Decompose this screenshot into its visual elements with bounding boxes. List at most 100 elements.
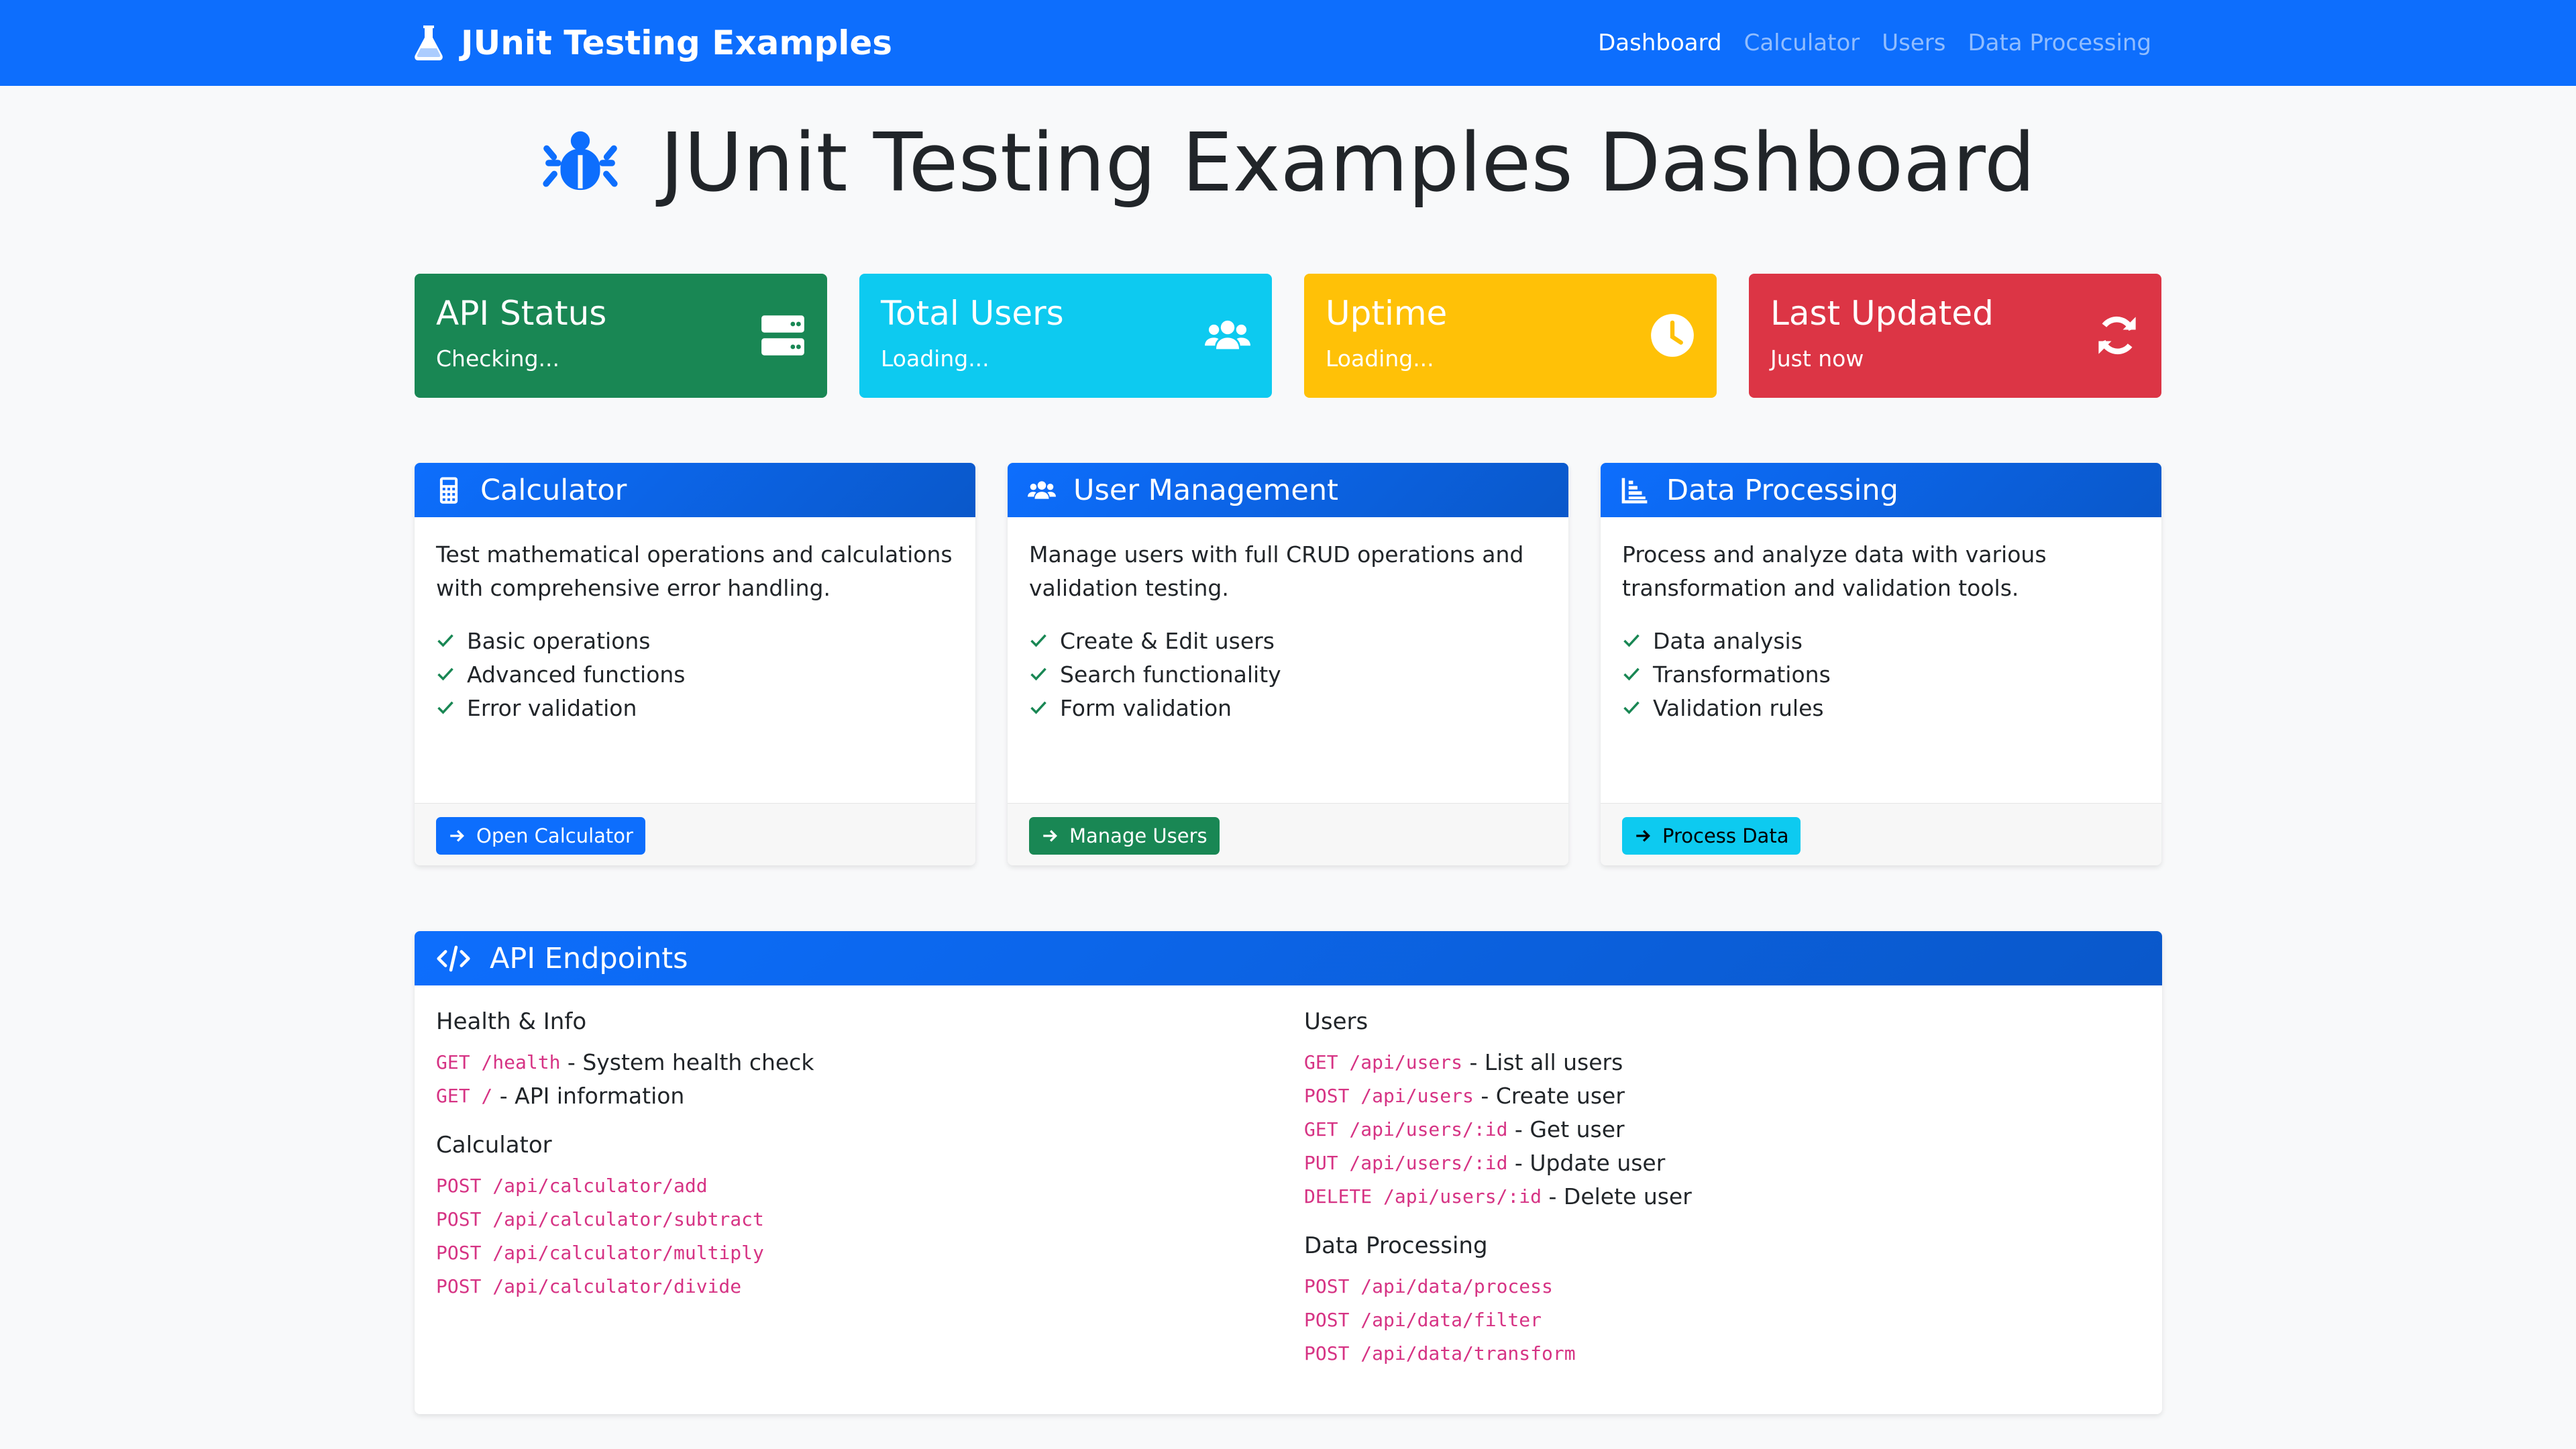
endpoint-desc: - Get user xyxy=(1507,1116,1625,1142)
brand[interactable]: JUnit Testing Examples xyxy=(413,0,892,86)
card-header: API Endpoints xyxy=(415,931,2162,985)
feature-label: Search functionality xyxy=(1060,661,1281,688)
card-description: Test mathematical operations and calcula… xyxy=(436,541,953,601)
feature-item: Transformations xyxy=(1622,657,1831,691)
users-icon xyxy=(1205,320,1250,350)
card-title: API Endpoints xyxy=(490,941,688,975)
card-header: Calculator xyxy=(415,463,975,517)
button-label: Manage Users xyxy=(1069,824,1208,847)
nav-link-dashboard[interactable]: Dashboard xyxy=(1598,30,1721,56)
endpoint-item: DELETE /api/users/:id - Delete user xyxy=(1304,1179,1692,1213)
user-management-card: User Management Manage users with full C… xyxy=(1008,463,1568,865)
code-icon xyxy=(437,945,470,971)
bug-icon xyxy=(543,131,618,191)
page-heading: JUnit Testing Examples Dashboard xyxy=(0,113,2576,213)
card-title: User Management xyxy=(1073,473,1338,507)
calculator-icon xyxy=(439,476,458,504)
endpoint-item: GET /api/users/:id - Get user xyxy=(1304,1112,1692,1146)
feature-label: Advanced functions xyxy=(467,661,686,688)
section-title: Data Processing xyxy=(1304,1232,1488,1259)
endpoint-item: POST /api/data/filter xyxy=(1304,1303,1692,1336)
endpoint-code: PUT /api/users/:id xyxy=(1304,1151,1508,1174)
feature-item: Search functionality xyxy=(1029,657,1281,691)
stat-card-last-updated: Last Updated Just now xyxy=(1749,274,2161,398)
feature-label: Data analysis xyxy=(1653,627,1803,654)
card-footer: Open Calculator xyxy=(415,803,975,865)
endpoint-item: POST /api/data/process xyxy=(1304,1269,1692,1303)
endpoint-item: GET /api/users - List all users xyxy=(1304,1045,1692,1079)
check-icon xyxy=(437,667,453,681)
navbar: JUnit Testing Examples Dashboard Calcula… xyxy=(0,0,2576,86)
feature-item: Advanced functions xyxy=(436,657,686,691)
check-icon xyxy=(1030,667,1046,681)
arrow-right-icon xyxy=(1636,830,1650,842)
nav-link-users[interactable]: Users xyxy=(1882,30,1945,56)
endpoint-item: GET / - API information xyxy=(436,1079,814,1112)
card-header: Data Processing xyxy=(1601,463,2161,517)
section-title: Calculator xyxy=(436,1132,552,1159)
server-icon xyxy=(761,315,804,356)
feature-label: Error validation xyxy=(467,694,637,721)
card-description: Process and analyze data with various tr… xyxy=(1622,541,2047,601)
section-title: Health & Info xyxy=(436,1008,587,1035)
stat-title: Total Users xyxy=(881,294,1064,333)
endpoint-item: POST /api/data/transform xyxy=(1304,1336,1692,1370)
feature-label: Basic operations xyxy=(467,627,651,654)
feature-item: Error validation xyxy=(436,691,686,724)
feature-list: Basic operations Advanced functions Erro… xyxy=(436,624,686,724)
endpoint-desc: - Create user xyxy=(1473,1082,1625,1109)
feature-item: Create & Edit users xyxy=(1029,624,1281,657)
card-title: Data Processing xyxy=(1666,473,1898,507)
stat-value: Loading... xyxy=(881,345,989,372)
feature-item: Form validation xyxy=(1029,691,1281,724)
card-footer: Manage Users xyxy=(1008,803,1568,865)
nav-links: Dashboard Calculator Users Data Processi… xyxy=(1598,0,2151,86)
flask-icon xyxy=(415,25,443,60)
endpoint-code: POST /api/data/filter xyxy=(1304,1308,1542,1331)
feature-list: Data analysis Transformations Validation… xyxy=(1622,624,1831,724)
endpoint-item: PUT /api/users/:id - Update user xyxy=(1304,1146,1692,1179)
manage-users-button[interactable]: Manage Users xyxy=(1029,817,1220,855)
check-icon xyxy=(437,701,453,714)
check-icon xyxy=(1623,667,1640,681)
endpoint-desc: - Delete user xyxy=(1542,1183,1692,1210)
check-icon xyxy=(1623,701,1640,714)
stat-card-total-users: Total Users Loading... xyxy=(859,274,1272,398)
endpoint-item: GET /health - System health check xyxy=(436,1045,814,1079)
nav-link-data-processing[interactable]: Data Processing xyxy=(1968,30,2151,56)
process-data-button[interactable]: Process Data xyxy=(1622,817,1801,855)
feature-label: Create & Edit users xyxy=(1060,627,1275,654)
card-title: Calculator xyxy=(480,473,627,507)
stat-value: Just now xyxy=(1770,345,1864,372)
endpoint-item: POST /api/calculator/subtract xyxy=(436,1202,814,1236)
endpoint-desc: - Update user xyxy=(1507,1149,1666,1176)
stat-card-uptime: Uptime Loading... xyxy=(1304,274,1717,398)
endpoint-code: GET /api/users/:id xyxy=(1304,1118,1508,1140)
calculator-card: Calculator Test mathematical operations … xyxy=(415,463,975,865)
endpoint-desc: - API information xyxy=(492,1082,685,1109)
endpoint-desc: - System health check xyxy=(560,1049,814,1075)
arrow-right-icon xyxy=(450,830,464,842)
api-endpoints-card: API Endpoints Health & Info GET /health … xyxy=(415,931,2162,1414)
endpoint-code: DELETE /api/users/:id xyxy=(1304,1185,1542,1208)
refresh-icon xyxy=(2098,316,2136,355)
check-icon xyxy=(1030,701,1046,714)
endpoint-code: POST /api/users xyxy=(1304,1084,1474,1107)
endpoint-code: POST /api/calculator/add xyxy=(436,1174,708,1197)
card-header: User Management xyxy=(1008,463,1568,517)
open-calculator-button[interactable]: Open Calculator xyxy=(436,817,645,855)
users-icon xyxy=(1028,480,1056,499)
feature-label: Form validation xyxy=(1060,694,1232,721)
page-title: JUnit Testing Examples Dashboard xyxy=(659,116,2036,210)
feature-label: Validation rules xyxy=(1653,694,1824,721)
endpoint-column-right: Users GET /api/users - List all users PO… xyxy=(1304,1005,1692,1370)
nav-link-calculator[interactable]: Calculator xyxy=(1744,30,1860,56)
endpoint-desc: - List all users xyxy=(1462,1049,1623,1075)
endpoint-item: POST /api/users - Create user xyxy=(1304,1079,1692,1112)
button-label: Open Calculator xyxy=(476,824,633,847)
feature-item: Data analysis xyxy=(1622,624,1831,657)
endpoint-code: GET /health xyxy=(436,1051,561,1073)
endpoint-item: POST /api/calculator/add xyxy=(436,1169,814,1202)
clock-icon xyxy=(1651,314,1694,357)
endpoint-code: POST /api/calculator/multiply xyxy=(436,1241,764,1264)
